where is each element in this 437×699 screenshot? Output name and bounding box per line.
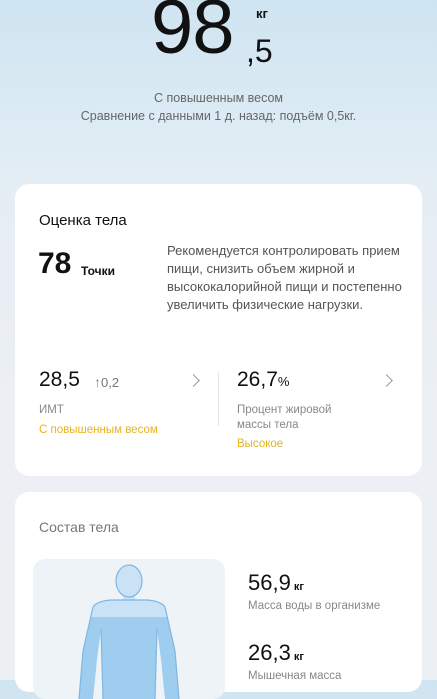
body-assessment-card: Оценка тела 78 Точки Рекомендуется контр… — [15, 184, 422, 476]
assessment-recommendation: Рекомендуется контролировать прием пищи,… — [167, 243, 402, 312]
muscle-mass-unit: кг — [293, 651, 304, 663]
bmi-status: С повышенным весом — [39, 424, 158, 436]
water-mass-label: Масса воды в организме — [248, 600, 381, 612]
bmi-delta-value: 0,2 — [101, 375, 120, 390]
weight-comparison: Сравнение с данными 1 д. назад: подъём 0… — [80, 109, 357, 123]
body-fat-value: 26,7% — [237, 368, 289, 392]
human-silhouette-icon — [78, 564, 180, 699]
body-fat-status: Высокое — [237, 438, 284, 450]
muscle-mass-label: Мышечная масса — [248, 670, 342, 682]
bmi-label: ИМТ — [39, 404, 64, 416]
assessment-title: Оценка тела — [39, 212, 127, 229]
body-figure — [33, 559, 225, 699]
water-mass-unit: кг — [293, 581, 304, 593]
chevron-right-icon[interactable] — [187, 374, 200, 387]
bmi-metric[interactable]: 28,5 ↑0,2 ИМТ С повышенным весом — [39, 368, 217, 458]
body-fat-metric[interactable]: 26,7% Процент жировой массы тела Высокое — [237, 368, 402, 458]
water-level-fill — [79, 617, 179, 699]
metric-divider — [218, 372, 219, 426]
body-composition-card: Состав тела 56,9 кг Масса воды в организ… — [15, 492, 422, 699]
weight-display: 98 кг ,5 — [0, 0, 437, 70]
body-fat-unit: % — [277, 374, 290, 389]
bmi-delta: ↑0,2 — [94, 374, 119, 390]
arrow-up-icon: ↑ — [94, 374, 101, 390]
body-score: 78 — [38, 247, 72, 280]
body-fat-number: 26,7 — [237, 368, 278, 391]
body-fat-label: Процент жировой массы тела — [237, 404, 332, 431]
bmi-value: 28,5 — [39, 368, 80, 391]
muscle-mass-value: 26,3 — [248, 640, 291, 665]
body-score-unit: Точки — [81, 264, 115, 278]
weight-unit: кг — [256, 6, 268, 21]
chevron-right-icon[interactable] — [380, 374, 393, 387]
composition-title: Состав тела — [39, 519, 119, 535]
muscle-mass-item[interactable]: 26,3 кг Мышечная масса — [248, 640, 341, 682]
water-mass-value: 56,9 — [248, 570, 291, 595]
water-mass-item[interactable]: 56,9 кг Масса воды в организме — [248, 570, 380, 612]
weight-status: С повышенным весом — [153, 91, 284, 105]
weight-integer: 98 — [151, 0, 235, 70]
weight-decimal: ,5 — [246, 33, 273, 69]
